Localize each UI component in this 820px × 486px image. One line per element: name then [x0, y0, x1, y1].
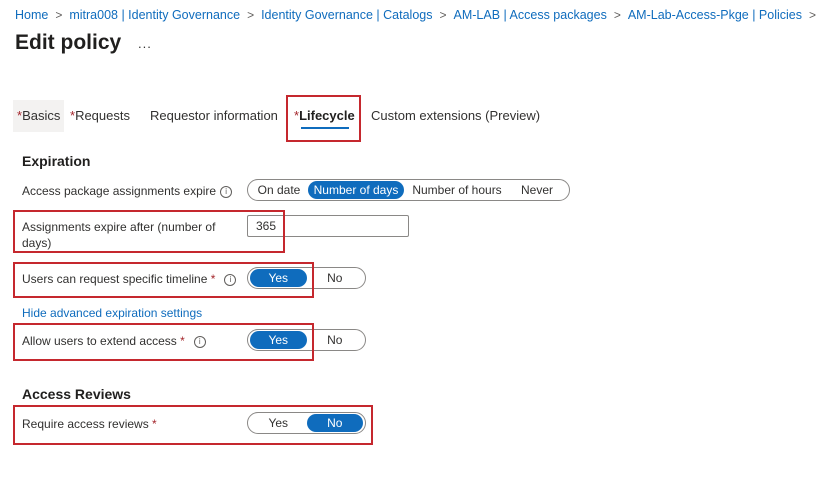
- tab-requestor-information[interactable]: Requestor information: [150, 100, 278, 132]
- breadcrumb-access-packages[interactable]: AM-LAB | Access packages: [454, 8, 607, 22]
- expire-option-group: On date Number of days Number of hours N…: [247, 179, 570, 201]
- expiration-section-title: Expiration: [22, 153, 91, 169]
- tab-basics[interactable]: *Basics: [13, 100, 65, 132]
- expire-option-never[interactable]: Never: [510, 181, 564, 199]
- breadcrumb-catalogs[interactable]: Identity Governance | Catalogs: [261, 8, 432, 22]
- expire-option-on-date[interactable]: On date: [250, 181, 308, 199]
- tab-requestor-information-label: Requestor information: [150, 108, 278, 123]
- chevron-right-icon: >: [439, 8, 447, 22]
- chevron-right-icon: >: [55, 8, 63, 22]
- info-icon[interactable]: i: [220, 185, 233, 198]
- breadcrumb-home[interactable]: Home: [15, 8, 48, 22]
- page-title: Edit policy: [15, 31, 122, 54]
- breadcrumb-policies[interactable]: AM-Lab-Access-Pkge | Policies: [628, 8, 802, 22]
- tab-custom-extensions[interactable]: Custom extensions (Preview): [371, 100, 540, 132]
- tab-custom-extensions-label: Custom extensions (Preview): [371, 108, 541, 123]
- expire-option-number-of-days[interactable]: Number of days: [308, 181, 404, 199]
- expire-label-text: Access package assignments expire: [22, 184, 217, 198]
- breadcrumb: Home > mitra008 | Identity Governance > …: [15, 8, 820, 22]
- more-options-button[interactable]: ...: [138, 36, 152, 51]
- expire-label: Access package assignments expire i: [22, 183, 233, 199]
- expire-option-number-of-hours[interactable]: Number of hours: [404, 181, 510, 199]
- tab-requests[interactable]: *Requests: [70, 100, 130, 132]
- highlight-box-timeline: [13, 262, 314, 298]
- extend-no-option[interactable]: No: [307, 331, 364, 349]
- highlight-box-days: [13, 210, 285, 253]
- access-reviews-section-title: Access Reviews: [22, 386, 131, 402]
- chevron-right-icon: >: [247, 8, 255, 22]
- chevron-right-icon: >: [613, 8, 621, 22]
- highlight-box-lifecycle-tab: [286, 95, 361, 142]
- hide-advanced-expiration-link[interactable]: Hide advanced expiration settings: [22, 306, 202, 320]
- highlight-box-require-reviews: [13, 405, 373, 445]
- tab-basics-label: Basics: [22, 108, 61, 123]
- highlight-box-extend: [13, 323, 314, 361]
- timeline-no-option[interactable]: No: [307, 269, 364, 287]
- tab-requests-label: Requests: [75, 108, 130, 123]
- breadcrumb-identity-governance[interactable]: mitra008 | Identity Governance: [69, 8, 240, 22]
- chevron-right-icon: >: [808, 8, 816, 22]
